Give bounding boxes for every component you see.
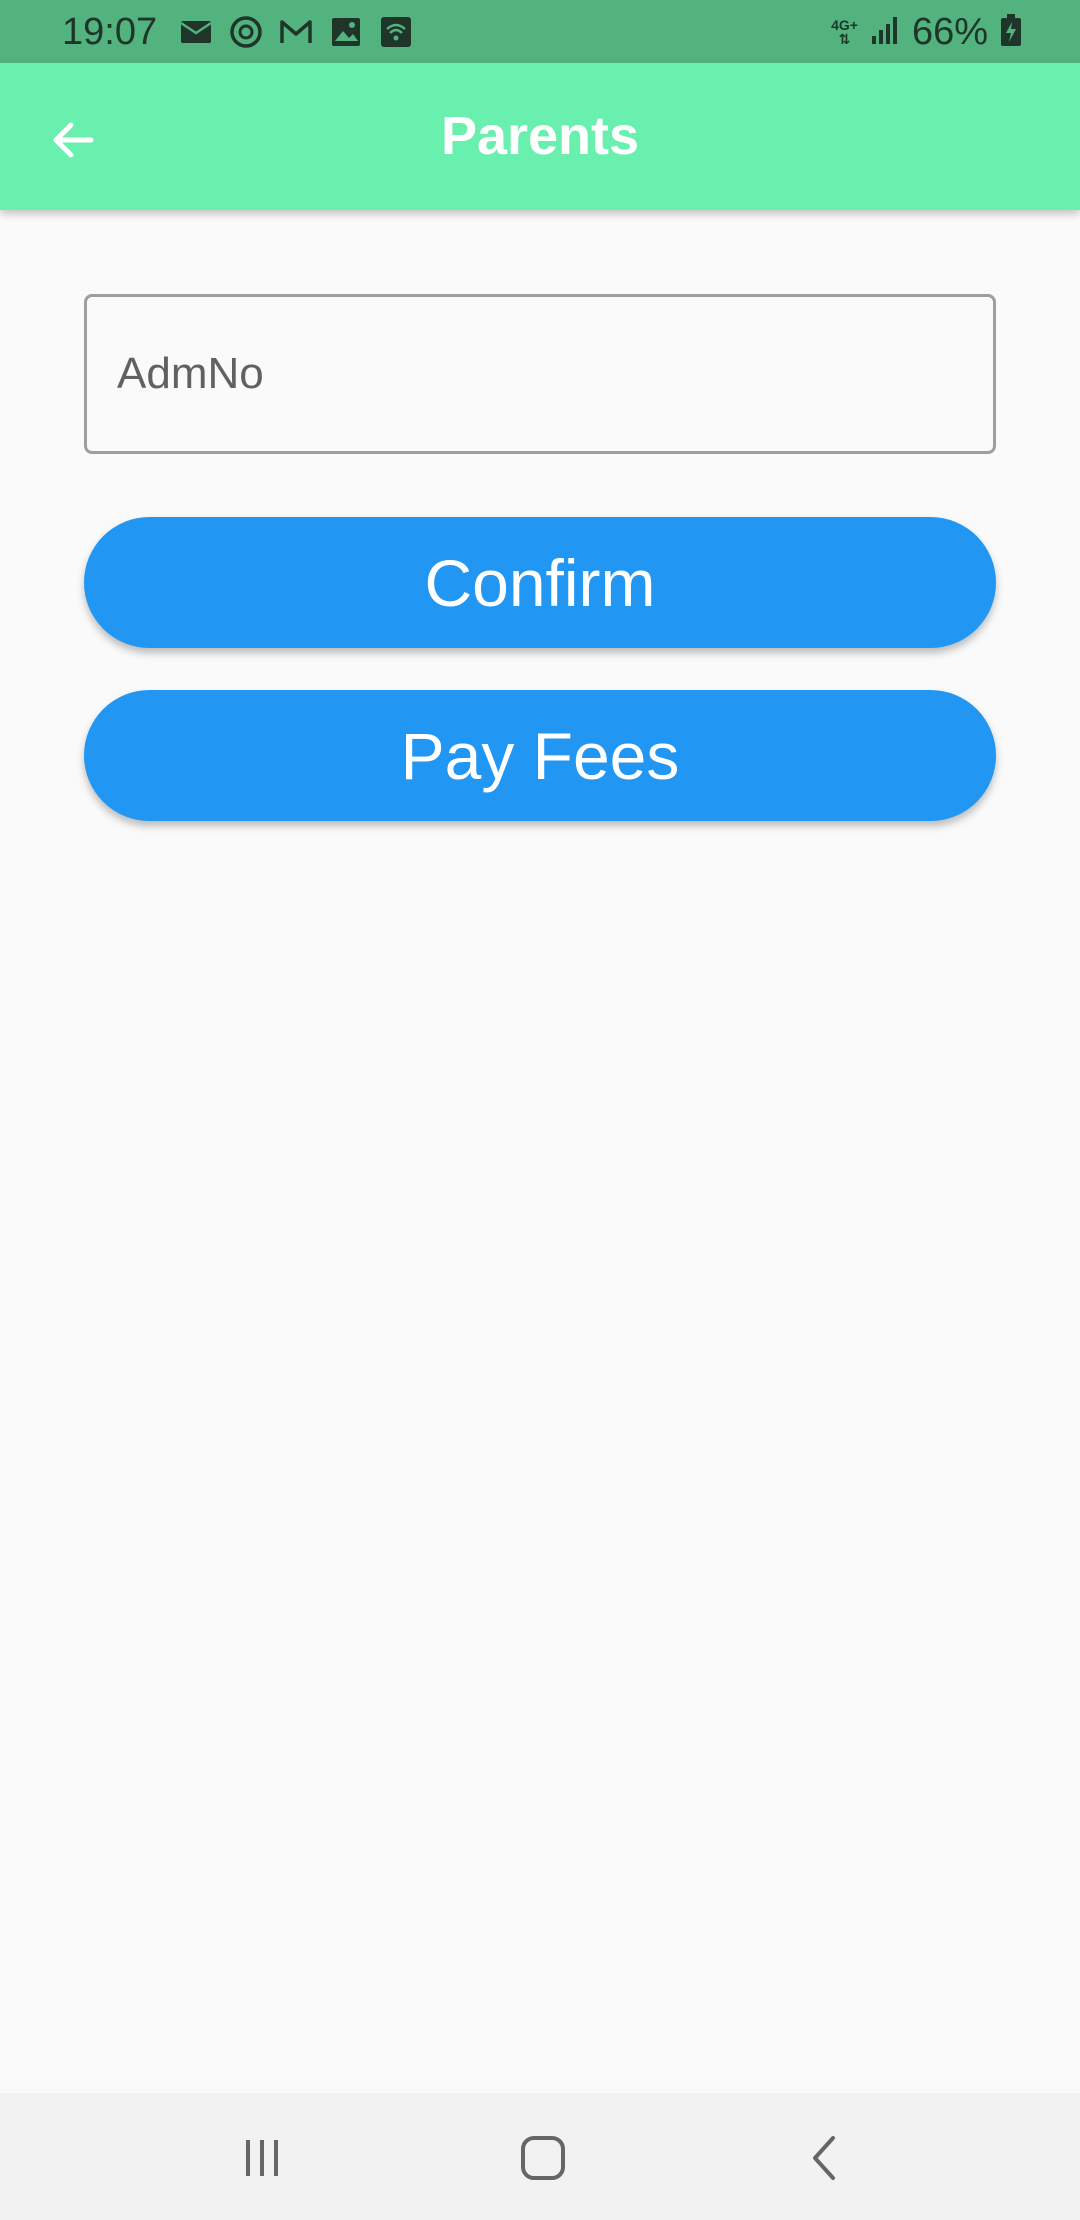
app-bar: Parents <box>0 63 1080 210</box>
status-time: 19:07 <box>62 11 158 53</box>
admno-field[interactable] <box>84 294 996 454</box>
battery-percent: 66% <box>911 11 988 53</box>
threads-icon <box>228 14 264 50</box>
admno-input[interactable] <box>87 297 993 451</box>
system-nav-bar <box>0 2093 1080 2220</box>
home-button[interactable] <box>508 2123 578 2193</box>
home-icon <box>521 2136 565 2180</box>
status-right: 4G+ ⇅ 66% <box>831 10 1022 54</box>
signal-icon <box>870 14 900 51</box>
recents-button[interactable] <box>227 2123 297 2193</box>
back-icon <box>813 2136 835 2180</box>
status-bar: 19:07 4G+ ⇅ 66% <box>0 0 1080 63</box>
confirm-button[interactable]: Confirm <box>84 517 996 648</box>
network-type: 4G+ ⇅ <box>831 17 858 47</box>
battery-charging-icon <box>1000 13 1022 52</box>
page-title: Parents <box>440 106 640 166</box>
recents-icon <box>246 2140 278 2176</box>
system-back-button[interactable] <box>790 2123 860 2193</box>
gmail-icon <box>278 14 314 50</box>
notification-icons <box>178 14 414 50</box>
pay-fees-button[interactable]: Pay Fees <box>84 690 996 821</box>
email-icon <box>178 14 214 50</box>
gallery-icon <box>328 14 364 50</box>
wifi-app-icon <box>378 14 414 50</box>
